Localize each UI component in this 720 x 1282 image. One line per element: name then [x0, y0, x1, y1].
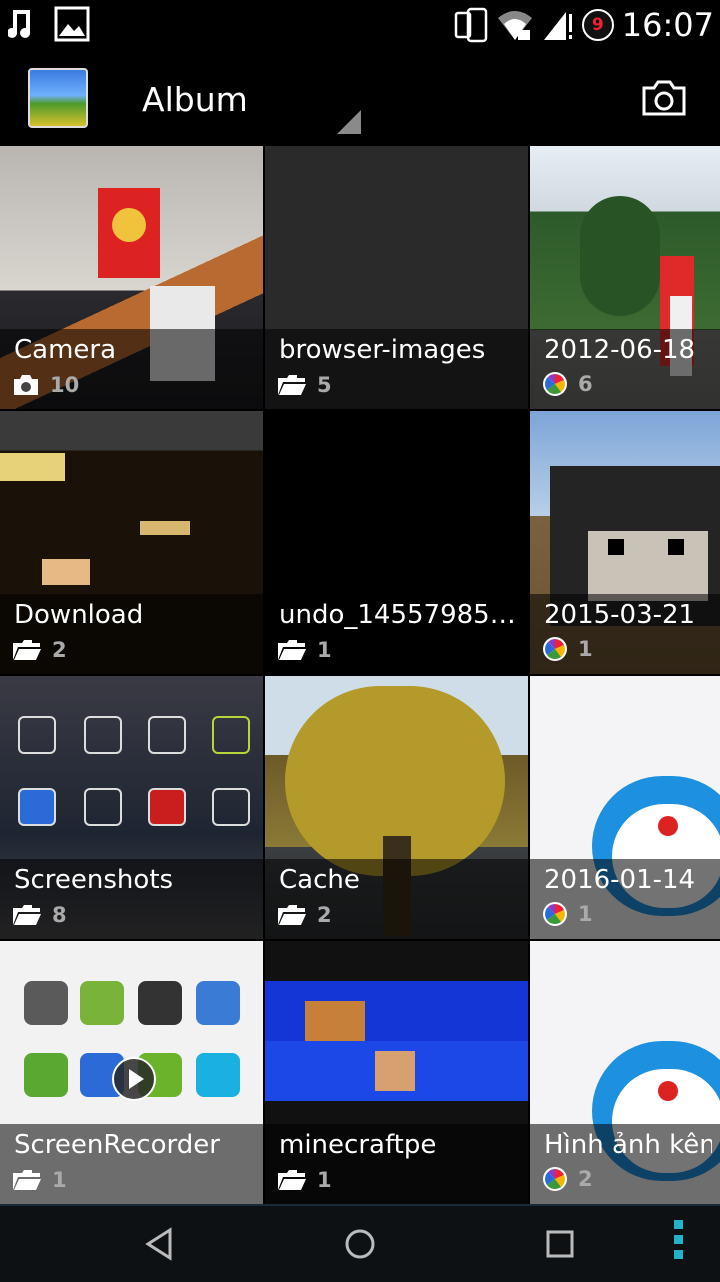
view-spinner-indicator[interactable] [337, 110, 361, 134]
folder-icon [278, 375, 306, 395]
album-view-title[interactable]: Album [142, 78, 248, 122]
album-tile-hinh-anh-kenh[interactable]: Hình ảnh kênh 2 [530, 941, 720, 1204]
status-bar-notifications [8, 6, 90, 42]
album-name: Download [14, 600, 144, 630]
album-name: Screenshots [14, 865, 174, 895]
wifi-locked-icon [497, 11, 532, 40]
album-count: 10 [50, 373, 80, 397]
camera-icon[interactable] [640, 78, 688, 118]
album-count: 2 [317, 903, 332, 927]
picasa-icon [543, 902, 567, 926]
album-name: Cache [279, 865, 360, 895]
album-count: 8 [52, 903, 67, 927]
home-icon[interactable] [338, 1222, 382, 1266]
picasa-icon [543, 637, 567, 661]
album-count: 5 [317, 373, 332, 397]
album-tile-2016-01-14[interactable]: 2016-01-14 1 [530, 676, 720, 939]
album-name: 2015-03-21 [544, 600, 696, 630]
status-time: 16:07 [621, 6, 714, 44]
folder-icon [278, 905, 306, 925]
folder-icon [278, 1170, 306, 1190]
album-tile-undo[interactable]: undo_145579854... 1 [265, 411, 528, 674]
album-tile-2012-06-18[interactable]: 2012-06-18 6 [530, 146, 720, 409]
album-name: 2016-01-14 [544, 865, 696, 895]
album-tile-download[interactable]: Download 2 [0, 411, 263, 674]
album-name: Camera [14, 335, 117, 365]
album-name: Hình ảnh kênh [544, 1130, 712, 1160]
action-bar: Album [0, 50, 720, 146]
notification-count-badge: 9 [581, 9, 614, 41]
album-tile-2015-03-21[interactable]: 2015-03-21 1 [530, 411, 720, 674]
gallery-app-icon[interactable] [28, 68, 88, 128]
folder-icon [13, 1170, 41, 1190]
album-count: 1 [317, 638, 332, 662]
phone-screen-icon [454, 7, 488, 43]
album-count: 1 [578, 637, 593, 661]
status-bar: 9 16:07 [0, 0, 720, 50]
album-tile-cache[interactable]: Cache 2 [265, 676, 528, 939]
album-tile-camera[interactable]: Camera 10 [0, 146, 263, 409]
recents-icon[interactable] [538, 1222, 582, 1266]
navigation-bar [0, 1204, 720, 1282]
album-count: 2 [578, 1167, 593, 1191]
camera-icon [14, 375, 38, 395]
music-note-icon [8, 10, 31, 38]
album-count: 6 [578, 372, 593, 396]
album-name: ScreenRecorder [14, 1130, 220, 1160]
signal-alert-icon [543, 12, 572, 40]
status-bar-system: 9 16:07 [454, 4, 714, 46]
picasa-icon [543, 372, 567, 396]
image-icon [54, 6, 90, 42]
album-name: minecraftpe [279, 1130, 437, 1160]
album-name: undo_145579854... [279, 600, 520, 630]
album-tile-minecraftpe[interactable]: minecraftpe 1 [265, 941, 528, 1204]
album-count: 1 [578, 902, 593, 926]
picasa-icon [543, 1167, 567, 1191]
album-tile-browser-images[interactable]: browser-images 5 [265, 146, 528, 409]
overflow-menu-icon[interactable] [674, 1220, 684, 1270]
album-tile-screenrecorder[interactable]: ScreenRecorder 1 [0, 941, 263, 1204]
album-count: 2 [52, 638, 67, 662]
album-grid: Camera 10 browser-images 5 2012-06-18 6 … [0, 146, 720, 1204]
album-count: 1 [317, 1168, 332, 1192]
folder-icon [278, 640, 306, 660]
folder-icon [13, 905, 41, 925]
album-name: 2012-06-18 [544, 335, 696, 365]
album-tile-screenshots[interactable]: Screenshots 8 [0, 676, 263, 939]
play-icon [112, 1057, 156, 1101]
album-name: browser-images [279, 335, 486, 365]
back-icon[interactable] [138, 1222, 182, 1266]
album-count: 1 [52, 1168, 67, 1192]
folder-icon [13, 640, 41, 660]
